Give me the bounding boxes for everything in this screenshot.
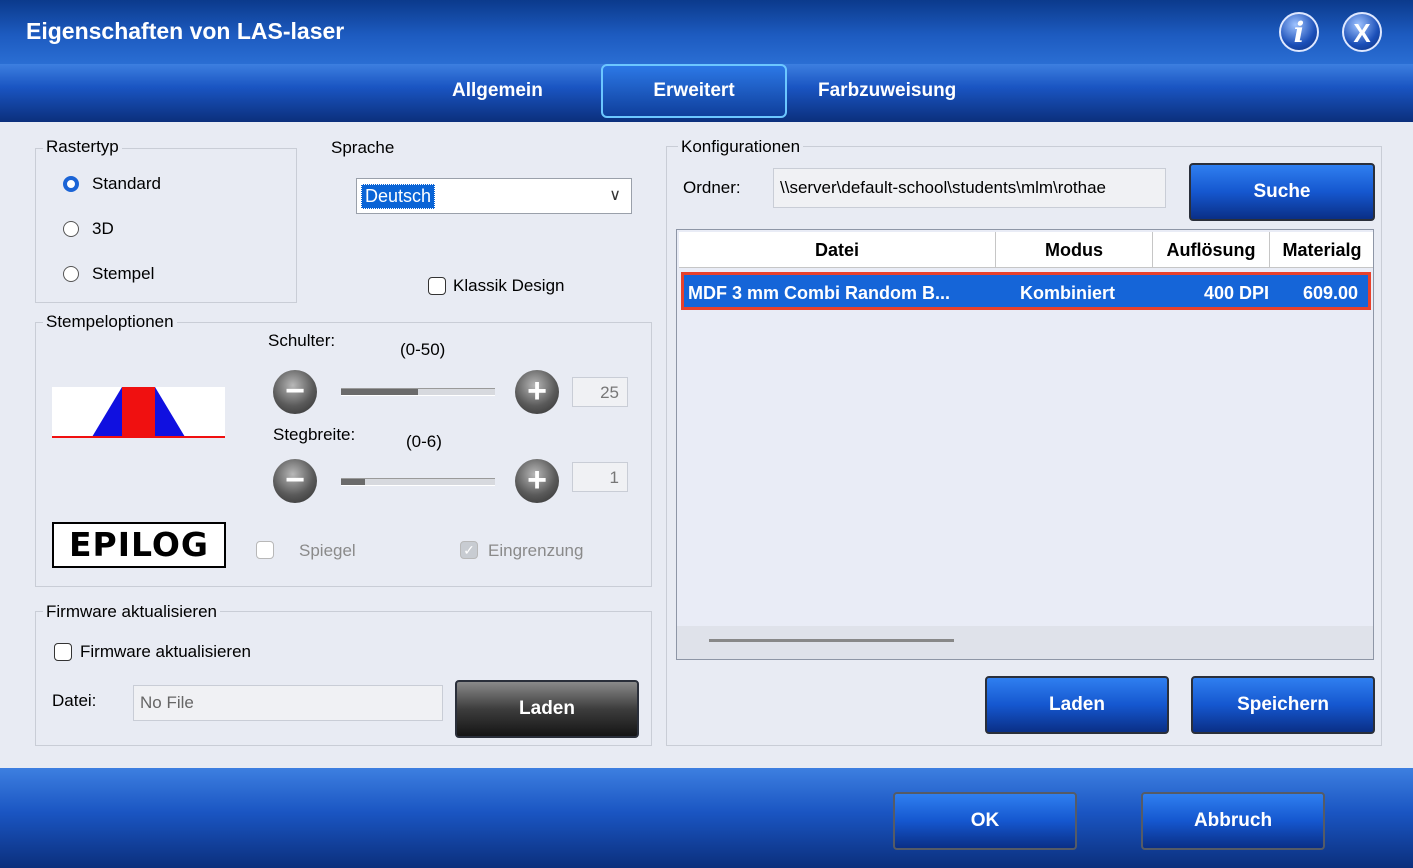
konfigurationen-label: Konfigurationen: [678, 137, 804, 157]
dialog-footer: OK Abbruch: [0, 768, 1413, 868]
info-icon[interactable]: i: [1279, 12, 1319, 52]
schulter-slider-fill: [341, 389, 418, 395]
stegbreite-plus-icon[interactable]: +: [515, 459, 559, 503]
firmware-checkbox-label: Firmware aktualisieren: [80, 642, 251, 661]
radio-standard-label: Standard: [92, 174, 161, 193]
row-datei: MDF 3 mm Combi Random B...: [688, 283, 951, 303]
schulter-range: (0-50): [400, 340, 446, 359]
scrollbar-thumb[interactable]: [709, 639, 954, 642]
tab-erweitert[interactable]: Erweitert: [601, 64, 787, 118]
column-header-material[interactable]: Materialg: [1270, 232, 1373, 268]
schulter-minus-icon[interactable]: −: [273, 370, 317, 414]
tab-allgemein[interactable]: Allgemein: [452, 80, 543, 102]
radio-3d[interactable]: [63, 221, 79, 237]
row-material: 609.00: [1303, 283, 1359, 303]
datei-field[interactable]: No File: [133, 685, 443, 721]
stamp-profile-preview: [52, 387, 225, 438]
row-modus: Kombiniert: [1020, 283, 1116, 303]
column-header-modus[interactable]: Modus: [996, 232, 1153, 268]
config-laden-button[interactable]: Laden: [985, 676, 1169, 734]
firmware-laden-button[interactable]: Laden: [455, 680, 639, 738]
horizontal-scrollbar[interactable]: [677, 626, 1373, 659]
close-icon[interactable]: X: [1342, 12, 1382, 52]
schulter-slider[interactable]: [341, 388, 495, 396]
radio-stempel-label: Stempel: [92, 264, 155, 283]
stegbreite-label: Stegbreite:: [273, 425, 356, 444]
spiegel-checkbox[interactable]: [256, 541, 274, 559]
klassik-design-checkbox[interactable]: [428, 277, 446, 295]
schulter-label: Schulter:: [268, 331, 336, 350]
schulter-plus-icon[interactable]: +: [515, 370, 559, 414]
radio-3d-label: 3D: [92, 219, 114, 238]
chevron-down-icon: ∨: [609, 187, 621, 204]
table-row[interactable]: MDF 3 mm Combi Random B... Kombiniert 40…: [681, 272, 1371, 310]
properties-dialog: Eigenschaften von LAS-laser i X Allgemei…: [0, 0, 1413, 868]
spiegel-label: Spiegel: [299, 541, 356, 560]
eingrenzung-label: Eingrenzung: [488, 541, 584, 560]
schulter-value[interactable]: 25: [572, 377, 628, 407]
firmware-checkbox[interactable]: [54, 643, 72, 661]
ordner-field[interactable]: \\server\default-school\students\mlm\rot…: [773, 168, 1166, 208]
title-bar: Eigenschaften von LAS-laser i X: [0, 0, 1413, 64]
datei-label: Datei:: [52, 691, 97, 710]
tab-bar: Allgemein Erweitert Farbzuweisung: [0, 64, 1413, 122]
speichern-button[interactable]: Speichern: [1191, 676, 1375, 734]
config-list[interactable]: Datei Modus Auflösung Materialg MDF 3 mm…: [676, 229, 1374, 660]
stegbreite-slider-fill: [341, 479, 365, 485]
stempeloptionen-label: Stempeloptionen: [43, 312, 177, 332]
sprache-label: Sprache: [331, 138, 395, 157]
stegbreite-range: (0-6): [406, 432, 442, 451]
suche-button[interactable]: Suche: [1189, 163, 1375, 221]
column-header-datei[interactable]: Datei: [679, 232, 996, 268]
sprache-value: Deutsch: [361, 184, 436, 209]
row-aufloesung: 400 DPI: [1204, 283, 1270, 303]
stegbreite-value[interactable]: 1: [572, 462, 628, 492]
radio-stempel[interactable]: [63, 266, 79, 282]
stegbreite-slider[interactable]: [341, 478, 495, 486]
ok-button[interactable]: OK: [893, 792, 1077, 850]
eingrenzung-checkbox[interactable]: ✓: [460, 541, 478, 559]
epilog-logo: EPILOG: [52, 522, 226, 568]
sprache-select[interactable]: Deutsch ∨: [356, 178, 632, 214]
column-header-aufloesung[interactable]: Auflösung: [1153, 232, 1270, 268]
stegbreite-minus-icon[interactable]: −: [273, 459, 317, 503]
radio-standard[interactable]: [63, 176, 79, 192]
rastertyp-label: Rastertyp: [43, 137, 122, 157]
ordner-label: Ordner:: [683, 178, 741, 197]
firmware-group-label: Firmware aktualisieren: [43, 602, 220, 622]
klassik-design-label: Klassik Design: [453, 276, 565, 295]
abbruch-button[interactable]: Abbruch: [1141, 792, 1325, 850]
window-title: Eigenschaften von LAS-laser: [26, 18, 345, 44]
tab-farbzuweisung[interactable]: Farbzuweisung: [818, 80, 956, 102]
